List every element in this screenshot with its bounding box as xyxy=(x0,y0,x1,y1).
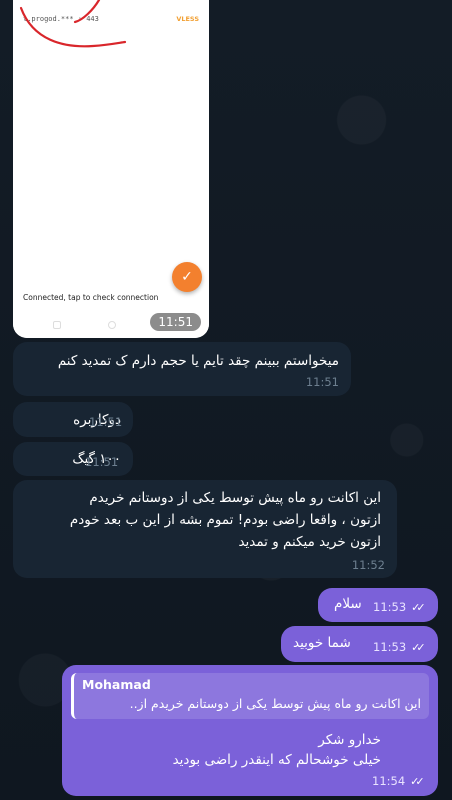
reply-quote-text: این اکانت رو ماه پیش توسط یکی از دوستانم… xyxy=(129,696,421,711)
message-text-line: این اکانت رو ماه پیش توسط یکی از دوستانم… xyxy=(89,490,381,506)
screenshot-image: t.progod.*** : 443 VLESS ✓ Connected, ta… xyxy=(13,0,209,338)
incoming-message[interactable]: ۱۰۰ گیگ 11:51 xyxy=(13,442,133,476)
message-text-line: خیلی خوشحالم که اینقدر راضی بودید xyxy=(172,752,381,768)
message-text: میخواستم ببینم چقد تایم یا حجم دارم ک تم… xyxy=(57,353,339,369)
message-meta: 11:53 ✓✓ xyxy=(373,640,426,654)
message-time: 11:53 xyxy=(373,640,407,654)
connect-fab-icon: ✓ xyxy=(172,262,202,292)
message-time: 11:51 xyxy=(150,313,201,331)
message-text-line: ازتون خرید میکنم و تمدید xyxy=(238,534,381,550)
message-time: 11:51 xyxy=(305,375,339,389)
message-text-line: ازتون ، واقعا راضی بودم! تموم بشه از این… xyxy=(69,512,381,528)
double-check-icon: ✓✓ xyxy=(411,640,426,654)
nav-home-icon xyxy=(108,321,116,329)
double-check-icon: ✓✓ xyxy=(410,774,425,788)
message-time: 11:52 xyxy=(351,558,385,572)
message-time: 11:54 xyxy=(372,774,406,788)
connection-status: Connected, tap to check connection xyxy=(23,293,159,302)
message-meta: 11:53 ✓✓ xyxy=(373,600,426,614)
message-text: شما خوبید xyxy=(293,635,351,651)
message-text-line: خدارو شکر xyxy=(318,732,381,748)
outgoing-reply-message[interactable]: Mohamad این اکانت رو ماه پیش توسط یکی از… xyxy=(62,665,438,796)
reply-quote[interactable]: Mohamad این اکانت رو ماه پیش توسط یکی از… xyxy=(71,673,429,719)
red-scribble xyxy=(19,0,127,48)
nav-square-icon xyxy=(53,321,61,329)
incoming-message[interactable]: دوکاربره 11:51 xyxy=(13,402,133,437)
outgoing-message[interactable]: شما خوبید 11:53 ✓✓ xyxy=(281,626,438,662)
message-time: 11:53 xyxy=(373,600,407,614)
incoming-message[interactable]: میخواستم ببینم چقد تایم یا حجم دارم ک تم… xyxy=(13,342,351,396)
image-message[interactable]: t.progod.*** : 443 VLESS ✓ Connected, ta… xyxy=(13,0,209,338)
message-time: 11:51 xyxy=(89,415,123,429)
message-text: سلام xyxy=(334,596,362,612)
reply-author: Mohamad xyxy=(82,677,151,692)
outgoing-message[interactable]: سلام 11:53 ✓✓ xyxy=(318,588,438,622)
incoming-message[interactable]: این اکانت رو ماه پیش توسط یکی از دوستانم… xyxy=(13,480,397,578)
message-meta: 11:54 ✓✓ xyxy=(372,774,425,788)
chat-area[interactable]: t.progod.*** : 443 VLESS ✓ Connected, ta… xyxy=(0,0,452,800)
double-check-icon: ✓✓ xyxy=(411,600,426,614)
message-time: 11:51 xyxy=(85,455,119,469)
